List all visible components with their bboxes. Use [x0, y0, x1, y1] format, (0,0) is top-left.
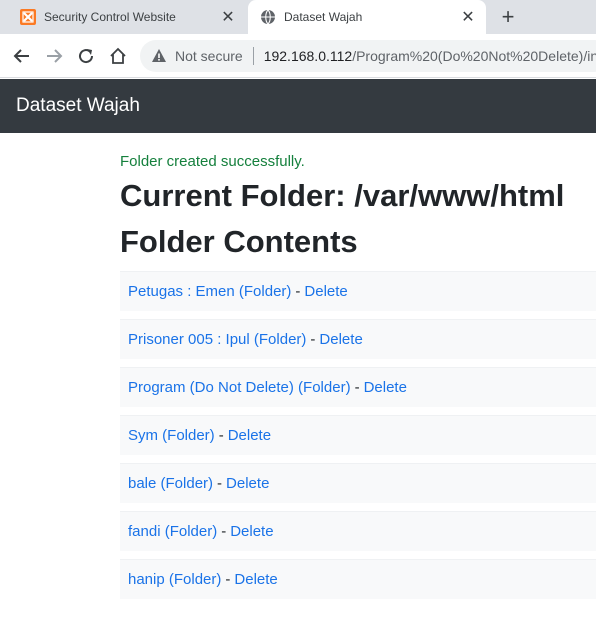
list-item: Prisoner 005 : Ipul (Folder) - Delete [120, 319, 596, 359]
warning-icon[interactable] [151, 48, 167, 64]
folder-list: Petugas : Emen (Folder) - Delete Prisoner … [120, 271, 596, 599]
separator-dash: - [354, 379, 360, 396]
main-content: Folder created successfully. Current Fol… [120, 133, 596, 607]
tab-dataset-wajah[interactable]: Dataset Wajah ✕ [248, 0, 486, 34]
folder-contents-title: Folder Contents [120, 224, 358, 259]
delete-link[interactable]: Delete [230, 523, 273, 540]
current-folder-title: Current Folder: /var/www/html [120, 178, 565, 213]
browser-tab-strip: Security Control Website ✕ Dataset Wajah… [0, 0, 596, 34]
separator-dash: - [217, 475, 223, 492]
list-item: fandi (Folder) - Delete [120, 511, 596, 551]
folder-link[interactable]: Sym (Folder) [128, 427, 215, 444]
url-host: 192.168.0.112 [263, 48, 353, 64]
delete-link[interactable]: Delete [364, 379, 407, 396]
delete-link[interactable]: Delete [304, 283, 347, 300]
list-item: Program (Do Not Delete) (Folder) - Delete [120, 367, 596, 407]
navbar-brand[interactable]: Dataset Wajah [16, 95, 140, 117]
reload-icon[interactable] [70, 40, 102, 72]
delete-link[interactable]: Delete [228, 427, 271, 444]
site-navbar: Dataset Wajah [0, 79, 596, 133]
separator-dash: - [295, 283, 301, 300]
folder-link[interactable]: fandi (Folder) [128, 523, 217, 540]
delete-link[interactable]: Delete [234, 571, 277, 588]
back-arrow-icon[interactable] [6, 40, 38, 72]
security-status[interactable]: Not secure [175, 48, 243, 64]
list-item: Petugas : Emen (Folder) - Delete [120, 271, 596, 311]
separator-dash: - [310, 331, 316, 348]
xampp-icon [20, 9, 36, 25]
forward-arrow-icon[interactable] [38, 40, 70, 72]
separator-dash: - [225, 571, 231, 588]
tab-security-control[interactable]: Security Control Website ✕ [8, 0, 246, 34]
url-path: /Program%20(Do%20Not%20Delete)/ind [352, 48, 596, 64]
folder-link[interactable]: Petugas : Emen (Folder) [128, 283, 291, 300]
folder-link[interactable]: Program (Do Not Delete) (Folder) [128, 379, 351, 396]
separator-dash: - [221, 523, 227, 540]
plus-icon[interactable]: + [496, 5, 520, 29]
delete-link[interactable]: Delete [226, 475, 269, 492]
browser-toolbar: Not secure 192.168.0.112/Program%20(Do%2… [0, 34, 596, 78]
close-tab-icon[interactable]: ✕ [460, 9, 476, 26]
folder-link[interactable]: Prisoner 005 : Ipul (Folder) [128, 331, 306, 348]
address-bar[interactable]: Not secure 192.168.0.112/Program%20(Do%2… [140, 40, 596, 72]
success-alert: Folder created successfully. [120, 153, 305, 170]
folder-link[interactable]: bale (Folder) [128, 475, 213, 492]
tab-title: Dataset Wajah [284, 10, 363, 24]
home-icon[interactable] [102, 40, 134, 72]
list-item: Sym (Folder) - Delete [120, 415, 596, 455]
close-tab-icon[interactable]: ✕ [220, 9, 236, 26]
list-item: bale (Folder) - Delete [120, 463, 596, 503]
delete-link[interactable]: Delete [319, 331, 362, 348]
list-item: hanip (Folder) - Delete [120, 559, 596, 599]
folder-link[interactable]: hanip (Folder) [128, 571, 221, 588]
globe-icon [260, 9, 276, 25]
address-divider [252, 47, 254, 65]
tab-title: Security Control Website [44, 10, 176, 24]
separator-dash: - [218, 427, 224, 444]
